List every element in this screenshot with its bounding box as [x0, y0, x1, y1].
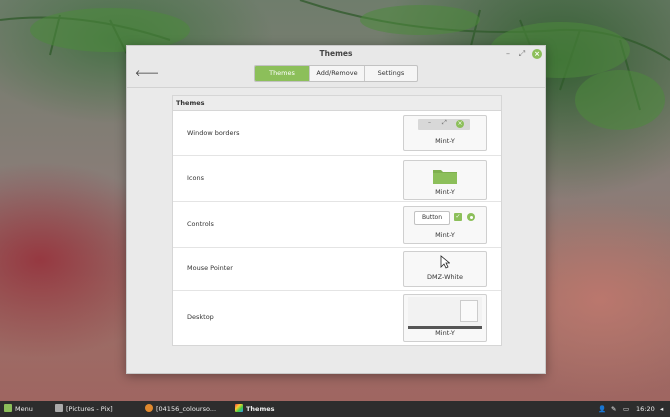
controls-preview[interactable]: Button ✓ Mint-Y [403, 206, 487, 244]
row-label: Mouse Pointer [187, 264, 233, 272]
sample-window [460, 300, 478, 322]
pen-icon[interactable]: ✎ [611, 401, 616, 417]
row-window-borders: Window borders – ⤢ × Mint-Y [173, 111, 501, 156]
desktop-preview[interactable]: Mint-Y [403, 294, 487, 342]
panel-header: Themes [173, 96, 501, 111]
preview-name: Mint-Y [435, 231, 455, 239]
back-arrow-icon[interactable]: 🡐 [135, 68, 159, 79]
clock[interactable]: 16:20 [636, 401, 655, 417]
checkbox-icon: ✓ [454, 213, 462, 221]
preview-name: DMZ-White [427, 273, 463, 281]
tab-themes[interactable]: Themes [255, 66, 310, 81]
tab-bar: Themes Add/Remove Settings [254, 65, 418, 82]
themes-panel: Themes Window borders – ⤢ × Mint-Y Icons [172, 95, 502, 346]
row-mouse-pointer: Mouse Pointer DMZ-White [173, 248, 501, 291]
battery-icon[interactable]: ▭ [623, 401, 629, 417]
row-label: Desktop [187, 313, 214, 321]
taskbar-app-label: [Pictures - Pix] [66, 405, 113, 413]
maximize-icon[interactable]: ⤢ [517, 49, 527, 59]
image-viewer-icon [55, 404, 63, 412]
preview-name: Mint-Y [435, 137, 455, 145]
taskbar-app-browser[interactable]: [04156_colourso... [145, 401, 216, 417]
row-label: Controls [187, 220, 214, 228]
minimize-icon[interactable]: – [503, 49, 513, 59]
row-desktop: Desktop Mint-Y [173, 291, 501, 345]
firefox-icon [145, 404, 153, 412]
menu-label: Menu [15, 405, 33, 413]
desktop-sample [408, 297, 482, 329]
taskbar-app-pix[interactable]: [Pictures - Pix] [55, 401, 113, 417]
volume-icon[interactable]: ◂ [660, 401, 663, 417]
themes-window: Themes – ⤢ × 🡐 Themes Add/Remove Setting… [126, 45, 546, 374]
preview-name: Mint-Y [435, 188, 455, 196]
tab-settings[interactable]: Settings [365, 66, 417, 81]
menu-button[interactable]: Menu [4, 401, 33, 417]
maximize-icon: ⤢ [442, 119, 447, 126]
window-borders-sample: – ⤢ × [418, 119, 470, 130]
taskbar-app-themes[interactable]: Themes [235, 401, 275, 417]
window-title: Themes [319, 49, 353, 58]
taskbar-app-label: Themes [246, 405, 275, 413]
minimize-icon: – [428, 119, 431, 126]
row-label: Icons [187, 174, 204, 182]
row-label: Window borders [187, 129, 240, 137]
row-icons: Icons Mint-Y [173, 156, 501, 202]
cursor-icon [440, 255, 450, 269]
folder-icon [433, 170, 457, 184]
taskbar: Menu [Pictures - Pix] [04156_colourso...… [0, 401, 670, 417]
titlebar[interactable]: Themes – ⤢ × [127, 46, 545, 63]
sample-button: Button [414, 211, 450, 225]
preview-name: Mint-Y [435, 329, 455, 337]
close-icon[interactable]: × [532, 49, 542, 59]
close-icon: × [456, 120, 464, 128]
row-controls: Controls Button ✓ Mint-Y [173, 202, 501, 248]
user-icon[interactable]: 👤 [598, 401, 606, 417]
themes-icon [235, 404, 243, 412]
toolbar: 🡐 Themes Add/Remove Settings [127, 63, 545, 88]
radio-icon [467, 213, 475, 221]
icons-preview[interactable]: Mint-Y [403, 160, 487, 200]
tab-add-remove[interactable]: Add/Remove [310, 66, 365, 81]
window-borders-preview[interactable]: – ⤢ × Mint-Y [403, 115, 487, 151]
taskbar-app-label: [04156_colourso... [156, 405, 217, 413]
mouse-pointer-preview[interactable]: DMZ-White [403, 251, 487, 287]
content-area: Themes Window borders – ⤢ × Mint-Y Icons [127, 88, 545, 373]
mint-logo-icon [4, 404, 12, 412]
